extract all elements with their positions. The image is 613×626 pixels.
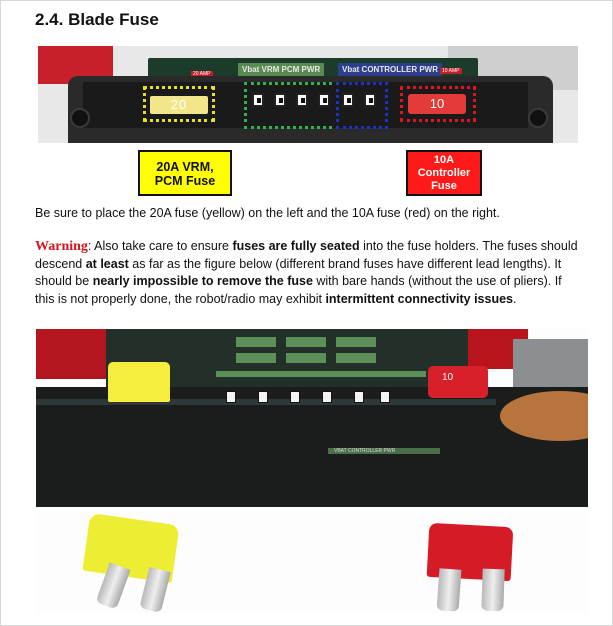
- terminal: [322, 391, 332, 403]
- terminal: [226, 391, 236, 403]
- green-stripe: [286, 353, 326, 363]
- warning-bold-1: fuses are fully seated: [232, 239, 360, 253]
- callout-yellow-line2: PCM Fuse: [154, 174, 216, 188]
- callout-10a-controller: 10A Controller Fuse: [406, 150, 482, 196]
- seated-red-fuse-value: 10: [442, 372, 454, 383]
- callout-red-line2: Controller: [417, 167, 471, 179]
- warning-bold-2: at least: [85, 256, 129, 271]
- section-heading: 2.4. Blade Fuse: [35, 10, 159, 29]
- vrm-pcm-label: Vbat VRM PCM PWR: [238, 63, 325, 77]
- red-housing: [36, 329, 114, 379]
- warning-label: Warning: [35, 239, 88, 254]
- terminal: [290, 391, 300, 403]
- seated-red-fuse: 10: [428, 366, 488, 398]
- mount-hole-left: [70, 108, 90, 128]
- warning-bold-3: nearly impossible to remove the fuse: [92, 274, 313, 288]
- controller-strip-text: VBAT CONTROLLER PWR: [334, 448, 396, 454]
- warning-text-5: .: [513, 291, 517, 306]
- highlight-red: [400, 86, 476, 122]
- green-stripe: [236, 353, 276, 363]
- green-stripe: [236, 337, 276, 347]
- green-stripe: [286, 337, 326, 347]
- warning-text-1: : Also take care to ensure: [87, 239, 233, 253]
- green-stripe: [336, 337, 376, 347]
- warning-bold-4: intermittent connectivity issues: [325, 291, 513, 306]
- fuse-seating-photo: 10 VBAT CONTROLLER PWR: [36, 329, 588, 613]
- fuse-block-photo: Vbat VRM PCM PWR Vbat CONTROLLER PWR 20 …: [38, 46, 578, 143]
- terminal: [380, 391, 390, 403]
- mount-hole-right: [528, 108, 548, 128]
- highlight-yellow: [143, 86, 215, 122]
- callout-red-line3: Fuse: [431, 180, 457, 192]
- green-stripe: [216, 371, 426, 377]
- callout-red-line1: 10A: [433, 154, 455, 166]
- terminal: [258, 391, 268, 403]
- tag-10amp: 10 AMP: [440, 68, 462, 74]
- seated-yellow-fuse: [108, 362, 170, 402]
- callout-yellow-line1: 20A VRM,: [156, 160, 214, 174]
- warning-paragraph: Warning: Also take care to ensure fuses …: [35, 238, 580, 308]
- red-fuse-lead-right: [481, 568, 505, 612]
- highlight-blue: [336, 82, 388, 129]
- red-fuse-lead-left: [436, 568, 462, 612]
- callout-20a-vrm-pcm: 20A VRM, PCM Fuse: [138, 150, 232, 196]
- green-stripe: [336, 353, 376, 363]
- controller-strip: VBAT CONTROLLER PWR: [328, 448, 440, 454]
- placement-paragraph: Be sure to place the 20A fuse (yellow) o…: [35, 206, 500, 220]
- highlight-green: [244, 82, 339, 129]
- terminal: [354, 391, 364, 403]
- controller-pwr-label: Vbat CONTROLLER PWR: [338, 63, 442, 77]
